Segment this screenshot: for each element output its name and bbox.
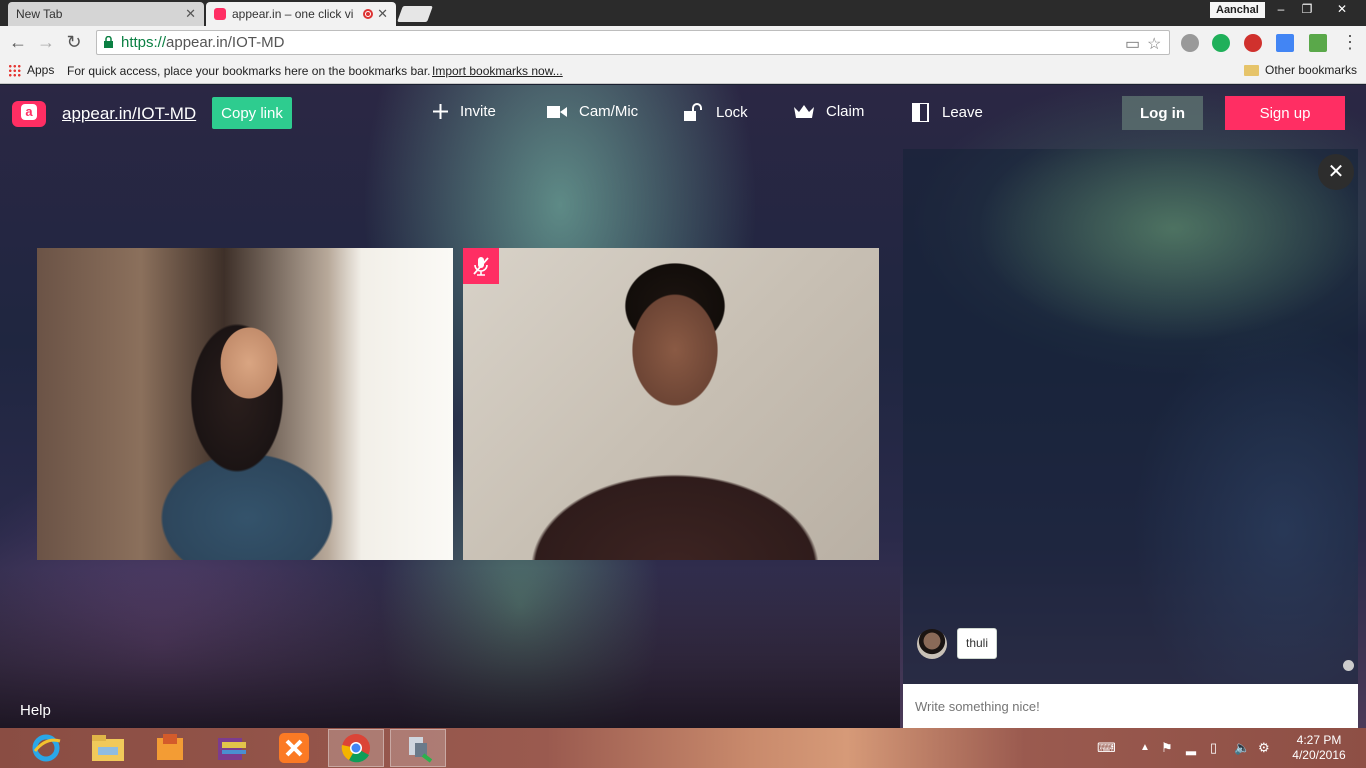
keyboard-icon[interactable]: ⌨ — [1097, 740, 1116, 756]
video-tile-participant-2[interactable] — [463, 248, 879, 560]
battery-icon[interactable]: ▯ — [1210, 740, 1217, 756]
action-center-flag-icon[interactable]: ⚑ — [1161, 740, 1173, 756]
leave-room-button[interactable]: Leave — [912, 103, 983, 122]
chrome-icon[interactable] — [328, 729, 384, 767]
sign-up-button[interactable]: Sign up — [1225, 96, 1345, 130]
video-tile-participant-1[interactable] — [37, 248, 453, 560]
cam-mic-button[interactable]: Cam/Mic — [547, 103, 638, 120]
apps-label: Apps — [27, 63, 55, 77]
tab-title: New Tab — [16, 7, 63, 21]
chat-input[interactable] — [903, 684, 1358, 728]
tab-appear-in[interactable]: appear.in – one click vi ✕ — [206, 2, 396, 26]
network-settings-icon[interactable]: ⚙ — [1258, 740, 1270, 756]
forward-icon[interactable]: → — [34, 30, 58, 54]
tab-title: appear.in – one click vi — [232, 7, 354, 21]
unlock-icon — [684, 103, 704, 121]
reload-icon[interactable]: ↻ — [62, 30, 86, 54]
crown-icon — [794, 105, 814, 118]
room-name-link[interactable]: appear.in/IOT-MD — [62, 104, 196, 124]
leave-label: Leave — [942, 104, 983, 121]
minimize-button[interactable]: – — [1268, 0, 1294, 18]
tab-close-icon[interactable]: ✕ — [185, 6, 196, 22]
system-clock[interactable]: 4:27 PM 4/20/2016 — [1284, 733, 1354, 763]
lock-label: Lock — [716, 103, 748, 121]
invite-button[interactable]: Invite — [433, 103, 496, 120]
volume-icon[interactable]: 🔈 — [1234, 740, 1250, 756]
log-in-button[interactable]: Log in — [1122, 96, 1203, 130]
recording-indicator-icon — [363, 9, 374, 19]
claim-room-button[interactable]: Claim — [794, 103, 864, 120]
folder-icon — [1244, 64, 1259, 76]
lock-icon — [104, 36, 113, 48]
address-bar[interactable]: https://appear.in/IOT-MD ▭ ☆ — [96, 30, 1170, 55]
chat-message: thuli — [957, 628, 998, 659]
background-treeline — [0, 568, 900, 728]
hangouts-extension-icon[interactable] — [1181, 34, 1199, 52]
video-camera-icon — [547, 105, 567, 118]
profile-button[interactable]: Aanchal — [1210, 2, 1265, 18]
media-icon[interactable] — [142, 729, 198, 767]
clock-date: 4/20/2016 — [1292, 748, 1346, 762]
file-explorer-icon[interactable] — [80, 729, 136, 767]
url-scheme: https:// — [121, 34, 167, 51]
appear-in-favicon-icon — [214, 8, 226, 20]
cam-mic-label: Cam/Mic — [579, 103, 639, 120]
red-extension-icon[interactable] — [1244, 34, 1262, 52]
winrar-icon[interactable] — [204, 729, 260, 767]
door-exit-icon — [912, 103, 930, 122]
muted-microphone-icon — [463, 248, 499, 284]
other-bookmarks-label: Other bookmarks — [1265, 63, 1358, 77]
url-path: appear.in/IOT-MD — [166, 34, 285, 51]
green-extension-icon[interactable] — [1212, 34, 1230, 52]
claim-label: Claim — [826, 103, 865, 120]
shield-extension-icon[interactable] — [1309, 34, 1327, 52]
appear-in-logo-icon[interactable] — [12, 101, 46, 127]
xampp-icon[interactable] — [266, 729, 322, 767]
camera-icon[interactable]: ▭ — [1125, 33, 1140, 56]
chat-panel: ✕ thuli — [903, 149, 1358, 728]
tab-close-icon[interactable]: ✕ — [377, 6, 388, 22]
apps-shortcut[interactable]: Apps — [8, 63, 54, 77]
bookmarks-hint: For quick access, place your bookmarks h… — [67, 64, 431, 78]
apps-grid-icon — [8, 63, 21, 77]
windows-taskbar: ⌨ ▲ ⚑ ▂ ▯ 🔈 ⚙ 4:27 PM 4/20/2016 — [0, 728, 1366, 768]
invite-label: Invite — [460, 103, 496, 120]
browser-titlebar: New Tab ✕ appear.in – one click vi ✕ Aan… — [0, 0, 1366, 26]
clock-time: 4:27 PM — [1296, 733, 1342, 747]
network-tool-icon[interactable] — [390, 729, 446, 767]
window-close-button[interactable]: ✕ — [1322, 0, 1362, 18]
signal-strength-icon[interactable]: ▂ — [1186, 740, 1196, 756]
google-extension-icon[interactable] — [1276, 34, 1294, 52]
bookmarks-bar: Apps For quick access, place your bookma… — [0, 59, 1366, 84]
restore-button[interactable]: ❐ — [1294, 0, 1320, 18]
plus-icon — [433, 104, 448, 119]
tab-new-tab[interactable]: New Tab ✕ — [8, 2, 204, 26]
user-presence-icon — [1343, 660, 1354, 671]
copy-link-button[interactable]: Copy link — [212, 97, 292, 129]
ie-icon[interactable] — [18, 729, 74, 767]
other-bookmarks[interactable]: Other bookmarks — [1244, 63, 1357, 77]
help-link[interactable]: Help — [20, 702, 51, 719]
show-hidden-icons-icon[interactable]: ▲ — [1140, 742, 1150, 753]
import-bookmarks-link[interactable]: Import bookmarks now... — [432, 64, 563, 78]
browser-toolbar: ← → ↻ https://appear.in/IOT-MD ▭ ☆ ⋮ — [0, 26, 1366, 59]
bookmark-star-icon[interactable]: ☆ — [1147, 33, 1161, 56]
appear-in-page: appear.in/IOT-MD Copy link Invite Cam/Mi… — [0, 85, 1366, 728]
chrome-menu-icon[interactable]: ⋮ — [1338, 30, 1362, 54]
avatar — [917, 629, 947, 659]
close-chat-icon[interactable]: ✕ — [1318, 154, 1354, 190]
back-icon[interactable]: ← — [6, 30, 30, 54]
lock-room-button[interactable]: Lock — [684, 103, 748, 121]
new-tab-button[interactable] — [397, 6, 433, 22]
